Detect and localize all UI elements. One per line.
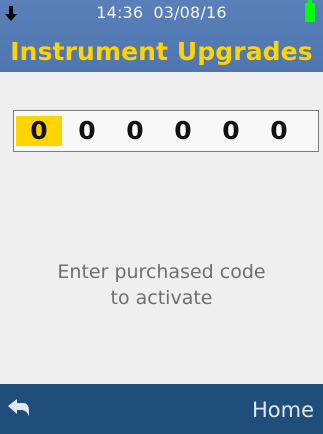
code-digit-6[interactable]: 0 <box>256 116 302 146</box>
datetime: 14:36 03/08/16 <box>0 3 323 23</box>
status-date: 03/08/16 <box>153 3 227 22</box>
back-button[interactable] <box>5 396 31 422</box>
message-line-2: to activate <box>110 287 213 309</box>
status-bar: 14:36 03/08/16 <box>0 0 323 30</box>
activation-message: Enter purchased code to activate <box>0 259 323 311</box>
code-digit-1[interactable]: 0 <box>16 116 62 146</box>
footer: Home <box>0 384 323 434</box>
home-button[interactable]: Home <box>252 396 314 424</box>
message-line-1: Enter purchased code <box>57 261 266 283</box>
code-digit-5[interactable]: 0 <box>208 116 254 146</box>
status-time: 14:36 <box>96 3 144 22</box>
code-digit-2[interactable]: 0 <box>64 116 110 146</box>
battery-full-icon <box>305 0 315 22</box>
code-digit-4[interactable]: 0 <box>160 116 206 146</box>
back-arrow-icon <box>8 399 29 416</box>
code-digit-3[interactable]: 0 <box>112 116 158 146</box>
header: 14:36 03/08/16 Instrument Upgrades <box>0 0 323 72</box>
page-title: Instrument Upgrades <box>10 37 313 66</box>
purchase-code-input[interactable]: 0 0 0 0 0 0 <box>13 110 319 152</box>
